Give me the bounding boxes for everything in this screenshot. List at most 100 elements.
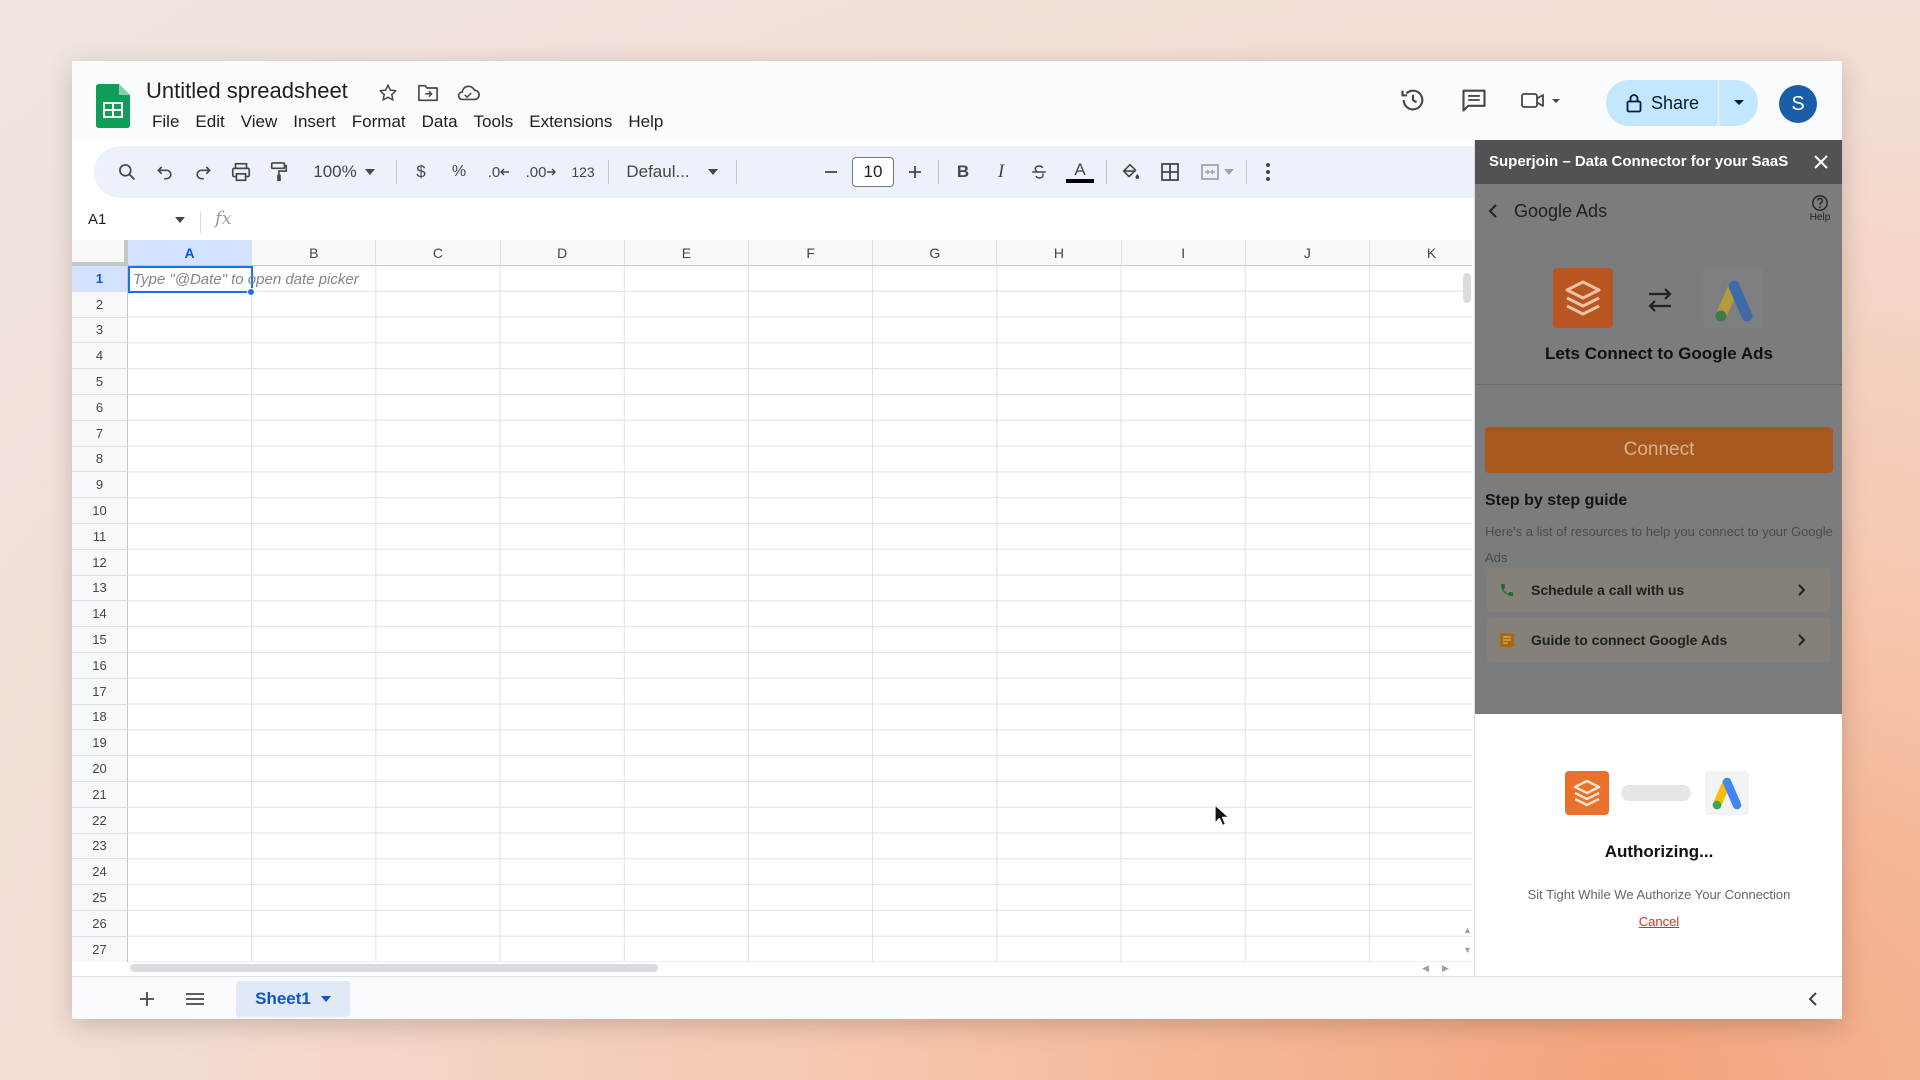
close-icon[interactable] (1811, 152, 1831, 172)
document-title[interactable]: Untitled spreadsheet (146, 78, 348, 104)
row-header[interactable]: 19 (72, 730, 128, 757)
menu-help[interactable]: Help (620, 109, 671, 135)
row-header[interactable]: 5 (72, 369, 128, 395)
back-chevron-icon[interactable] (1487, 203, 1499, 219)
cloud-status-icon[interactable] (455, 80, 481, 106)
row-header[interactable]: 20 (72, 756, 128, 782)
currency-format-button[interactable]: $ (406, 156, 436, 188)
text-color-button[interactable]: A (1062, 156, 1098, 188)
column-header[interactable]: E (624, 240, 749, 266)
menu-extensions[interactable]: Extensions (521, 109, 620, 135)
comments-icon[interactable] (1458, 84, 1490, 116)
scroll-right-icon[interactable]: ▶ (1442, 963, 1449, 974)
percent-format-button[interactable]: % (444, 156, 474, 188)
row-header[interactable]: 10 (72, 498, 128, 524)
column-header[interactable]: D (500, 240, 625, 266)
merge-cells-icon[interactable] (1194, 156, 1240, 188)
row-header[interactable]: 27 (72, 936, 128, 962)
cell-area[interactable] (128, 266, 1472, 962)
guide-item-schedule-call[interactable]: Schedule a call with us (1487, 568, 1831, 612)
increase-decimal-button[interactable]: .00 (522, 156, 560, 188)
scroll-left-icon[interactable]: ◀ (1422, 963, 1429, 974)
menu-tools[interactable]: Tools (466, 109, 522, 135)
fill-handle[interactable] (247, 288, 255, 296)
select-all-corner[interactable] (72, 240, 128, 266)
column-header[interactable]: K (1370, 240, 1472, 266)
decrease-decimal-button[interactable]: .0 (482, 156, 516, 188)
row-header[interactable]: 2 (72, 291, 128, 318)
undo-icon[interactable] (150, 156, 180, 188)
bold-button[interactable]: B (948, 156, 978, 188)
help-button[interactable]: Help (1806, 194, 1834, 223)
move-folder-icon[interactable] (415, 80, 441, 106)
column-header[interactable]: I (1121, 240, 1246, 266)
add-sheet-icon[interactable] (136, 988, 158, 1010)
menu-view[interactable]: View (233, 109, 286, 135)
row-header[interactable]: 18 (72, 704, 128, 731)
row-header[interactable]: 6 (72, 395, 128, 421)
row-header[interactable]: 21 (72, 782, 128, 808)
guide-item-connect-google-ads[interactable]: Guide to connect Google Ads (1487, 618, 1831, 662)
redo-icon[interactable] (188, 156, 218, 188)
row-header[interactable]: 17 (72, 678, 128, 705)
meet-video-icon[interactable] (1518, 84, 1568, 116)
vertical-scrollbar-thumb[interactable] (1463, 273, 1471, 303)
menu-insert[interactable]: Insert (285, 109, 344, 135)
print-icon[interactable] (226, 156, 256, 188)
row-header[interactable]: 14 (72, 601, 128, 628)
sheet-tab-sheet1[interactable]: Sheet1 (236, 981, 350, 1017)
menu-data[interactable]: Data (414, 109, 466, 135)
cancel-link[interactable]: Cancel (1475, 914, 1842, 929)
share-main[interactable]: Share (1606, 80, 1718, 126)
scroll-down-icon[interactable]: ▼ (1463, 945, 1472, 955)
font-family-select[interactable]: Defaul... (616, 156, 728, 188)
row-header[interactable]: 23 (72, 833, 128, 860)
connect-button[interactable]: Connect (1485, 427, 1833, 473)
star-icon[interactable] (375, 80, 401, 106)
row-header[interactable]: 3 (72, 317, 128, 344)
row-header[interactable]: 1 (72, 266, 128, 292)
number-format-button[interactable]: 123 (566, 156, 600, 188)
more-options-icon[interactable] (1256, 156, 1280, 188)
share-button[interactable]: Share (1606, 80, 1758, 126)
menu-file[interactable]: File (144, 109, 187, 135)
italic-button[interactable]: I (986, 156, 1016, 188)
borders-icon[interactable] (1154, 156, 1186, 188)
zoom-select[interactable]: 100% (304, 156, 384, 188)
column-header[interactable]: G (873, 240, 998, 266)
row-header[interactable]: 11 (72, 524, 128, 550)
menu-edit[interactable]: Edit (187, 109, 232, 135)
all-sheets-icon[interactable] (184, 988, 206, 1010)
row-header[interactable]: 15 (72, 627, 128, 653)
decrease-font-size-icon[interactable] (816, 156, 846, 188)
column-header[interactable]: A (128, 240, 253, 266)
row-header[interactable]: 13 (72, 575, 128, 602)
row-header[interactable]: 4 (72, 343, 128, 370)
increase-font-size-icon[interactable] (900, 156, 930, 188)
row-header[interactable]: 9 (72, 472, 128, 499)
version-history-icon[interactable] (1397, 84, 1429, 116)
row-header[interactable]: 24 (72, 859, 128, 886)
font-size-input[interactable]: 10 (852, 157, 894, 187)
column-header[interactable]: H (997, 240, 1122, 266)
row-header[interactable]: 16 (72, 653, 128, 679)
menu-format[interactable]: Format (344, 109, 414, 135)
row-header[interactable]: 26 (72, 911, 128, 937)
column-header[interactable]: J (1245, 240, 1370, 266)
avatar[interactable]: S (1779, 85, 1817, 123)
row-header[interactable]: 12 (72, 549, 128, 576)
share-dropdown-icon[interactable] (1719, 80, 1758, 126)
search-menus-icon[interactable] (112, 156, 142, 188)
strikethrough-icon[interactable] (1024, 156, 1054, 188)
row-header[interactable]: 25 (72, 885, 128, 911)
sheets-logo-icon[interactable] (96, 84, 130, 128)
column-header[interactable]: C (376, 240, 501, 266)
column-header[interactable]: F (749, 240, 874, 266)
row-header[interactable]: 22 (72, 807, 128, 834)
expand-side-panel-icon[interactable] (1802, 988, 1824, 1010)
row-header[interactable]: 8 (72, 446, 128, 473)
row-header[interactable]: 7 (72, 420, 128, 447)
scroll-up-icon[interactable]: ▲ (1463, 925, 1472, 935)
fill-color-icon[interactable] (1114, 156, 1146, 188)
paint-format-icon[interactable] (264, 156, 294, 188)
